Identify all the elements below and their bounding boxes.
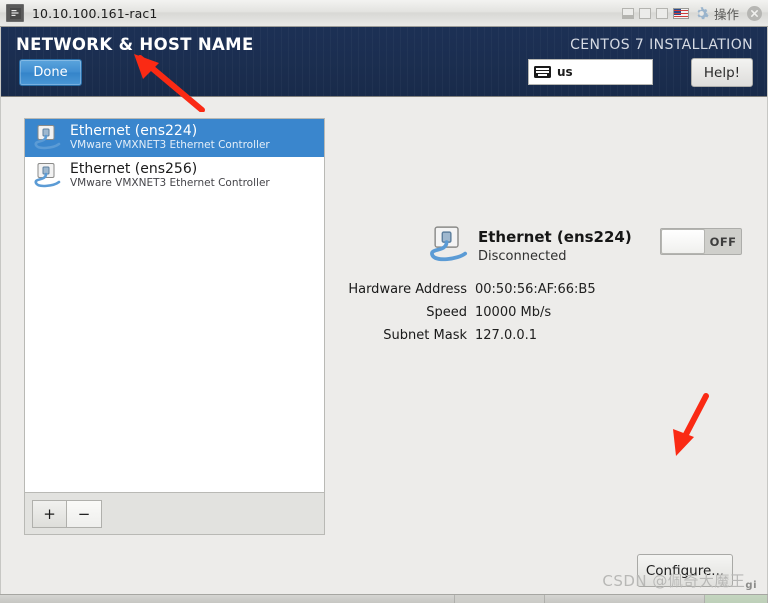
detail-device-name: Ethernet (ens224)	[478, 228, 632, 246]
gear-icon[interactable]	[694, 6, 709, 21]
actions-menu-label[interactable]: 操作	[714, 4, 739, 23]
device-name: Ethernet (ens256)	[70, 161, 198, 178]
taskbar-segment	[545, 595, 705, 603]
info-key: Hardware Address	[348, 282, 467, 297]
info-key: Subnet Mask	[383, 328, 467, 343]
device-text: Ethernet (ens224) VMware VMXNET3 Etherne…	[70, 123, 270, 152]
table-row: Speed 10000 Mb/s	[337, 305, 637, 320]
os-taskbar[interactable]	[0, 594, 768, 603]
ethernet-icon	[426, 225, 470, 265]
help-button[interactable]: Help!	[691, 58, 753, 87]
table-row: Hardware Address 00:50:56:AF:66:B5	[337, 282, 637, 297]
keyboard-layout-label: us	[557, 65, 573, 79]
info-key: Speed	[426, 305, 467, 320]
watermark-text: CSDN @佩奇大魔王	[602, 572, 746, 590]
page-title: NETWORK & HOST NAME	[16, 35, 254, 54]
window-controls: 操作	[621, 4, 764, 23]
us-flag-icon[interactable]	[672, 7, 689, 19]
info-value: 10000 Mb/s	[475, 305, 552, 320]
done-button[interactable]: Done	[19, 59, 82, 86]
taskbar-segment	[705, 595, 768, 603]
ethernet-icon	[32, 162, 62, 190]
add-device-button[interactable]: +	[32, 499, 67, 528]
network-device-list[interactable]: Ethernet (ens224) VMware VMXNET3 Etherne…	[24, 118, 325, 493]
keyboard-layout-indicator[interactable]: us	[528, 59, 653, 85]
list-item[interactable]: Ethernet (ens256) VMware VMXNET3 Etherne…	[25, 157, 324, 195]
device-name: Ethernet (ens224)	[70, 123, 198, 140]
toggle-state-label: OFF	[709, 234, 737, 249]
device-description: VMware VMXNET3 Ethernet Controller	[70, 139, 270, 152]
remove-device-button[interactable]: −	[67, 499, 102, 528]
anaconda-installer-screen: NETWORK & HOST NAME Done CENTOS 7 INSTAL…	[0, 27, 768, 603]
table-row: Subnet Mask 127.0.0.1	[337, 328, 637, 343]
restore-window-icon[interactable]	[621, 7, 634, 19]
spoke-header: NETWORK & HOST NAME Done CENTOS 7 INSTAL…	[1, 27, 767, 97]
detail-connection-state: Disconnected	[478, 249, 567, 264]
info-value: 00:50:56:AF:66:B5	[475, 282, 596, 297]
device-description: VMware VMXNET3 Ethernet Controller	[70, 177, 270, 190]
toggle-knob	[661, 229, 705, 254]
maximize-window-icon[interactable]	[655, 7, 668, 19]
close-icon[interactable]	[747, 5, 762, 21]
vm-console-window: 10.10.100.161-rac1 操作 NETWORK & HOST NAM…	[0, 0, 768, 603]
device-info-table: Hardware Address 00:50:56:AF:66:B5 Speed…	[337, 282, 637, 351]
window-titlebar: 10.10.100.161-rac1 操作	[0, 0, 768, 27]
info-value: 127.0.0.1	[475, 328, 538, 343]
keyboard-icon	[534, 66, 551, 78]
product-title: CENTOS 7 INSTALLATION	[570, 37, 753, 53]
list-item[interactable]: Ethernet (ens224) VMware VMXNET3 Etherne…	[25, 119, 324, 157]
device-text: Ethernet (ens256) VMware VMXNET3 Etherne…	[70, 161, 270, 190]
watermark-suffix: gi	[745, 580, 757, 591]
watermark: CSDN @佩奇大魔王gi	[602, 570, 757, 591]
taskbar-segment	[0, 595, 455, 603]
minimize-window-icon[interactable]	[638, 7, 651, 19]
network-on-off-toggle[interactable]: OFF	[660, 228, 742, 255]
window-title: 10.10.100.161-rac1	[32, 5, 158, 21]
ethernet-icon	[32, 124, 62, 152]
taskbar-segment	[455, 595, 545, 603]
device-list-toolbar: + −	[24, 493, 325, 535]
spoke-content: Ethernet (ens224) VMware VMXNET3 Etherne…	[1, 97, 767, 603]
terminal-icon	[6, 4, 24, 22]
